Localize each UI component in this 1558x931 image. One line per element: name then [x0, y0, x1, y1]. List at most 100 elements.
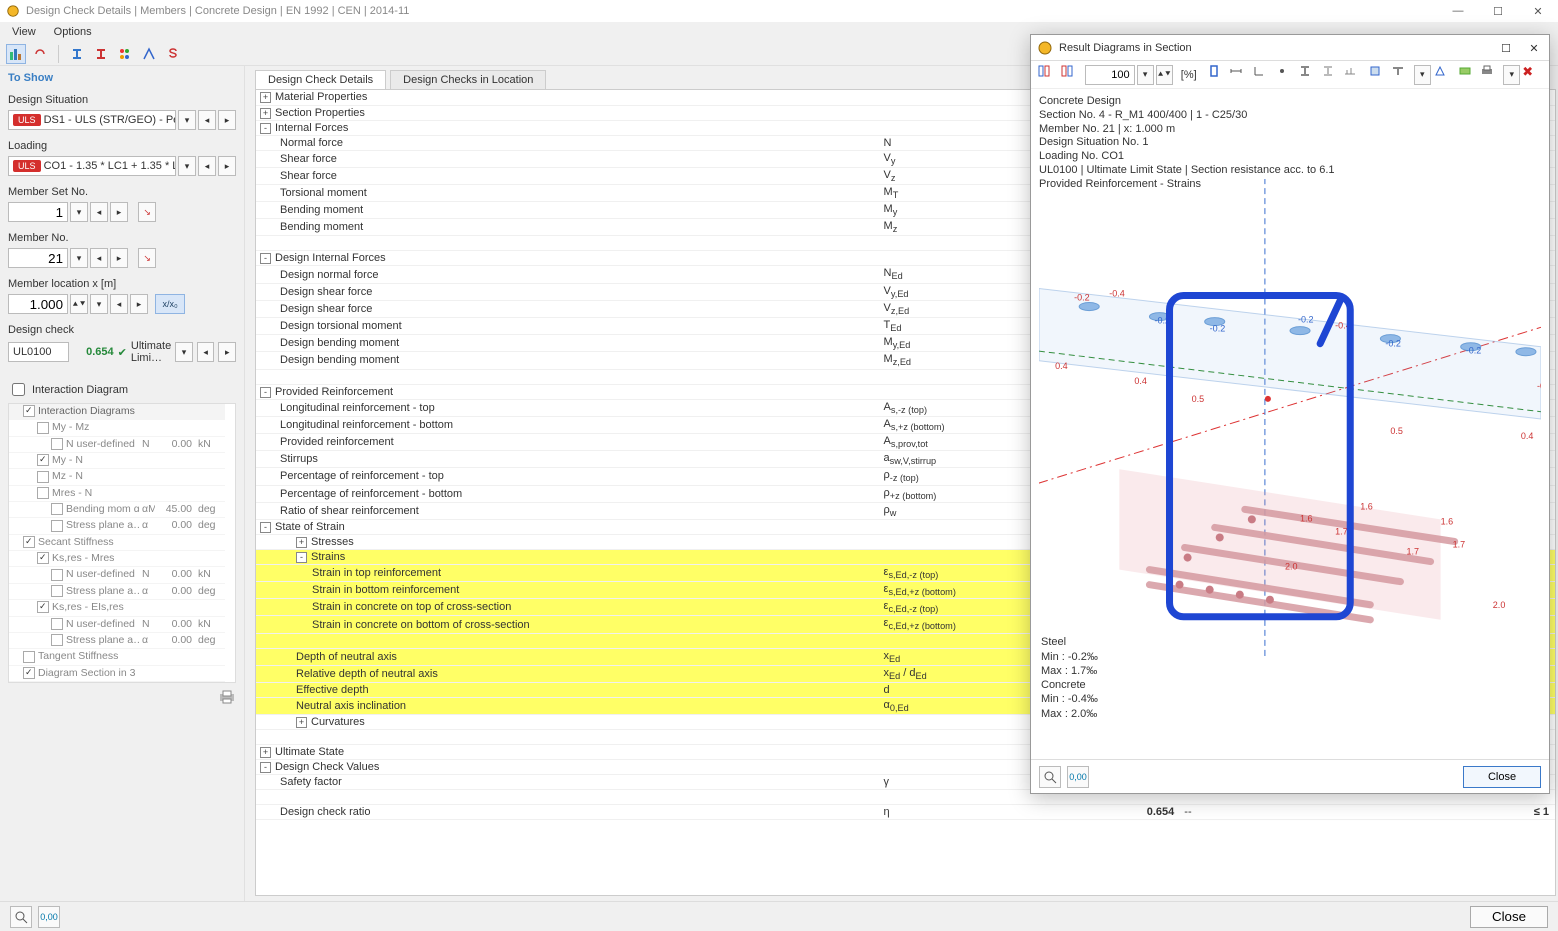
minimize-button[interactable]: — [1438, 0, 1478, 22]
interaction-tree[interactable]: Interaction DiagramsMy - MzN user-define… [8, 403, 236, 683]
next-loading-button[interactable]: ▸ [218, 156, 236, 176]
fw-t-dropdown[interactable]: ▾ [1414, 65, 1431, 85]
svg-text:1.7: 1.7 [1453, 540, 1466, 550]
float-close-button[interactable]: ✕ [1521, 37, 1547, 59]
member-no-input[interactable] [8, 248, 68, 268]
tool-I-red-icon[interactable] [91, 44, 111, 64]
next-design-situation-button[interactable]: ▸ [218, 110, 236, 130]
legend: Steel Min : -0.2‰ Max : 1.7‰ Concrete Mi… [1041, 635, 1098, 721]
fw-3d-icon[interactable] [1368, 64, 1389, 86]
print-icon[interactable] [218, 689, 236, 708]
svg-text:-0.: -0. [1537, 381, 1541, 391]
app-icon [1037, 40, 1053, 56]
tool-palette-icon[interactable] [115, 44, 135, 64]
loading-label: Loading [8, 140, 236, 152]
tool-brace-icon[interactable] [139, 44, 159, 64]
fw-decimal-icon[interactable]: 0,00 [1067, 766, 1089, 788]
prev-design-check-button[interactable]: ◂ [197, 342, 215, 362]
fw-I1-icon[interactable] [1298, 64, 1319, 86]
design-check-desc-select[interactable]: Ultimate Limi… [131, 340, 171, 364]
next-design-check-button[interactable]: ▸ [218, 342, 236, 362]
pick-member-icon[interactable]: ↘ [138, 248, 156, 268]
result-diagrams-window[interactable]: Result Diagrams in Section ☐ ✕ ▾ ⯅⯆ [%] … [1030, 34, 1550, 794]
member-loc-stepper[interactable]: ⯅⯆ [70, 294, 88, 314]
next-member-button[interactable]: ▸ [110, 248, 128, 268]
fw-print-icon[interactable] [1480, 64, 1501, 86]
fw-T-icon[interactable] [1391, 64, 1412, 86]
fw-tool-2-icon[interactable] [1060, 64, 1081, 86]
member-loc-input[interactable] [8, 294, 68, 314]
fw-ext-icon[interactable] [1458, 64, 1479, 86]
svg-text:1.6: 1.6 [1360, 501, 1373, 511]
prev-loc-button[interactable]: ◂ [110, 294, 128, 314]
prev-member-set-button[interactable]: ◂ [90, 202, 108, 222]
dropdown-icon[interactable]: ▾ [178, 156, 196, 176]
fw-cancel-icon[interactable]: ✖ [1522, 64, 1543, 86]
design-check-code[interactable]: UL0100 [8, 342, 69, 362]
svg-text:2.0: 2.0 [1493, 600, 1506, 610]
tool-I-blue-icon[interactable] [67, 44, 87, 64]
decimal-icon[interactable]: 0,00 [38, 906, 60, 928]
fw-tool-1-icon[interactable] [1037, 64, 1058, 86]
zoom-dropdown[interactable]: ▾ [1137, 65, 1154, 85]
member-loc-dropdown[interactable]: ▾ [90, 294, 108, 314]
maximize-button[interactable]: ☐ [1478, 0, 1518, 22]
fw-label-icon[interactable] [1343, 64, 1364, 86]
float-toolbar: ▾ ⯅⯆ [%] ▾ ▾ ✖ [1031, 61, 1549, 89]
next-member-set-button[interactable]: ▸ [110, 202, 128, 222]
fw-persp-icon[interactable] [1433, 64, 1454, 86]
dropdown-icon[interactable]: ▾ [178, 110, 196, 130]
zoom-unit: [%] [1181, 69, 1197, 81]
menu-options[interactable]: Options [54, 26, 92, 38]
fw-section-icon[interactable] [1207, 64, 1228, 86]
svg-text:-0.2: -0.2 [1210, 324, 1226, 334]
main-close-button[interactable]: Close [1470, 906, 1548, 928]
sidebar: To Show Design Situation ULS DS1 - ULS (… [0, 66, 245, 901]
loading-select[interactable]: ULS CO1 - 1.35 * LC1 + 1.35 * LC2 … [8, 156, 176, 176]
svg-text:1.6: 1.6 [1441, 516, 1454, 526]
tool-diagrams-icon[interactable] [6, 44, 26, 64]
search-icon[interactable] [10, 906, 32, 928]
design-check-label: Design check [8, 324, 236, 336]
svg-text:-0.2: -0.2 [1074, 293, 1090, 303]
float-maximize-button[interactable]: ☐ [1493, 37, 1519, 59]
svg-text:-0.2: -0.2 [1298, 315, 1314, 325]
loc-quick-button[interactable]: x/x₀ [155, 294, 185, 314]
fw-dim-icon[interactable] [1229, 64, 1250, 86]
tab-design-checks-in-location[interactable]: Design Checks in Location [390, 70, 546, 89]
titlebar: Design Check Details | Members | Concret… [0, 0, 1558, 22]
fw-dot-icon[interactable] [1275, 64, 1296, 86]
design-situation-label: Design Situation [8, 94, 236, 106]
float-close-action-button[interactable]: Close [1463, 766, 1541, 788]
prev-loading-button[interactable]: ◂ [198, 156, 216, 176]
svg-text:0.5: 0.5 [1390, 426, 1403, 436]
fw-I2-icon[interactable] [1321, 64, 1342, 86]
tool-link-icon[interactable] [30, 44, 50, 64]
fw-print-dropdown[interactable]: ▾ [1503, 65, 1520, 85]
member-set-input[interactable] [8, 202, 68, 222]
result-info-text: Concrete DesignSection No. 4 - R_M1 400/… [1039, 95, 1541, 191]
diagram-canvas[interactable]: -0.2 -0.4 -0.2 -0.2 -0.2 -0.4 -0.2 -0.2 … [1039, 179, 1541, 659]
zoom-input[interactable] [1085, 65, 1135, 85]
menu-view[interactable]: View [12, 26, 36, 38]
svg-text:0.4: 0.4 [1134, 376, 1147, 386]
tab-design-check-details[interactable]: Design Check Details [255, 70, 386, 89]
next-loc-button[interactable]: ▸ [130, 294, 148, 314]
member-no-label: Member No. [8, 232, 236, 244]
fw-axis-icon[interactable] [1252, 64, 1273, 86]
design-situation-select[interactable]: ULS DS1 - ULS (STR/GEO) - Perman… [8, 110, 176, 130]
design-check-dropdown[interactable]: ▾ [175, 342, 193, 362]
svg-text:0.4: 0.4 [1521, 431, 1534, 441]
prev-member-button[interactable]: ◂ [90, 248, 108, 268]
tool-s-icon[interactable] [163, 44, 183, 64]
zoom-stepper[interactable]: ⯅⯆ [1156, 65, 1173, 85]
interaction-diagram-checkbox[interactable] [12, 383, 25, 396]
prev-design-situation-button[interactable]: ◂ [198, 110, 216, 130]
member-set-label: Member Set No. [8, 186, 236, 198]
member-loc-label: Member location x [m] [8, 278, 236, 290]
member-set-dropdown[interactable]: ▾ [70, 202, 88, 222]
close-window-button[interactable]: ✕ [1518, 0, 1558, 22]
pick-member-set-icon[interactable]: ↘ [138, 202, 156, 222]
member-no-dropdown[interactable]: ▾ [70, 248, 88, 268]
fw-search-icon[interactable] [1039, 766, 1061, 788]
